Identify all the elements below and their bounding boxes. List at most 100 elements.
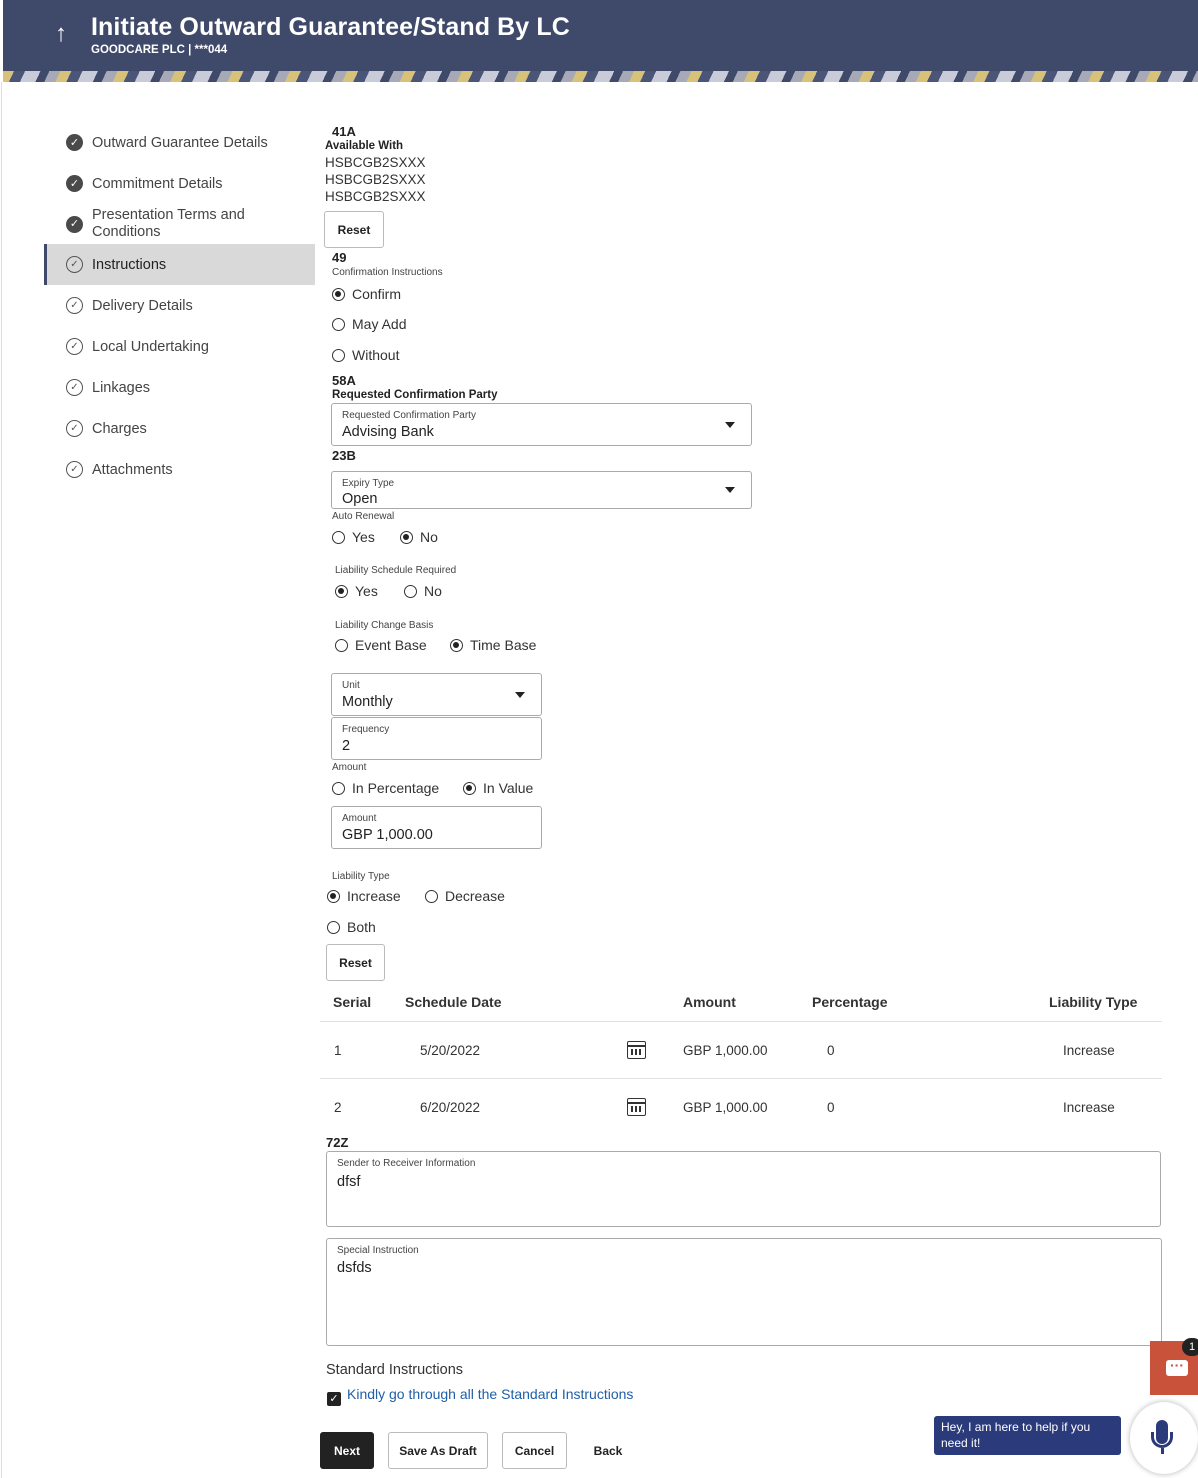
radio-in-percentage[interactable]: In Percentage xyxy=(332,780,439,796)
voice-assistant-button[interactable] xyxy=(1130,1402,1198,1474)
step-local-undertaking[interactable]: ✓ Local Undertaking xyxy=(44,326,315,367)
amount-input[interactable]: Amount GBP 1,000.00 xyxy=(331,806,542,849)
table-cell-serial: 2 xyxy=(334,1100,342,1115)
page-title: Initiate Outward Guarantee/Stand By LC xyxy=(91,13,570,41)
check-circle-outline-icon: ✓ xyxy=(66,256,83,273)
liability-reset-button[interactable]: Reset xyxy=(326,944,385,981)
field-tag-41a: 41A xyxy=(332,124,356,139)
field-label: Amount xyxy=(342,813,377,824)
radio-without[interactable]: Without xyxy=(332,347,399,363)
check-circle-icon: ✓ xyxy=(66,175,83,192)
radio-empty-icon xyxy=(332,781,345,795)
step-presentation-terms[interactable]: ✓ Presentation Terms and Conditions xyxy=(44,204,315,244)
step-attachments[interactable]: ✓ Attachments xyxy=(44,449,315,490)
table-header-liability-type: Liability Type xyxy=(1049,994,1138,1010)
field-label: Sender to Receiver Information xyxy=(337,1158,476,1169)
requested-confirmation-party-select[interactable]: Requested Confirmation Party Advising Ba… xyxy=(331,403,752,446)
step-delivery-details[interactable]: ✓ Delivery Details xyxy=(44,285,315,326)
field-tag-58a: 58A xyxy=(332,373,356,388)
notification-badge: 1 xyxy=(1182,1338,1198,1356)
field-label: Special Instruction xyxy=(337,1245,419,1256)
radio-liability-schedule-no[interactable]: No xyxy=(404,583,442,599)
radio-selected-icon xyxy=(400,530,413,544)
frequency-input[interactable]: Frequency 2 xyxy=(331,717,542,760)
step-linkages[interactable]: ✓ Linkages xyxy=(44,367,315,408)
confirmation-instructions-label: Confirmation Instructions xyxy=(332,267,443,278)
step-commitment-details[interactable]: ✓ Commitment Details xyxy=(44,163,315,204)
next-button[interactable]: Next xyxy=(320,1432,374,1469)
field-value: dsfds xyxy=(337,1260,372,1276)
radio-label: Event Base xyxy=(355,637,427,653)
radio-empty-icon xyxy=(332,317,345,331)
calendar-icon[interactable] xyxy=(627,1041,646,1059)
table-divider xyxy=(320,1021,1162,1022)
table-header-serial: Serial xyxy=(333,994,372,1010)
step-instructions[interactable]: ✓ Instructions xyxy=(44,244,315,285)
liability-schedule-label: Liability Schedule Required xyxy=(335,565,457,576)
table-cell-liability-type: Increase xyxy=(1063,1043,1115,1058)
radio-label: Without xyxy=(352,347,400,363)
radio-decrease[interactable]: Decrease xyxy=(425,888,505,904)
unit-select[interactable]: Unit Monthly xyxy=(331,673,542,716)
radio-label: Yes xyxy=(352,529,375,545)
radio-label: No xyxy=(420,529,438,545)
field-tag-72z: 72Z xyxy=(326,1135,349,1150)
radio-empty-icon xyxy=(425,889,438,903)
radio-increase[interactable]: Increase xyxy=(327,888,401,904)
party-subtitle: GOODCARE PLC | ***044 xyxy=(91,44,228,56)
back-arrow-icon[interactable]: ↑ xyxy=(55,20,67,48)
standard-instructions-checkbox[interactable]: ✓ xyxy=(327,1392,341,1406)
radio-liability-schedule-yes[interactable]: Yes xyxy=(335,583,378,599)
assistant-tooltip: Hey, I am here to help if you need it! xyxy=(934,1416,1121,1455)
special-instruction-textarea[interactable]: Special Instruction dsfds xyxy=(326,1238,1162,1346)
save-as-draft-button[interactable]: Save As Draft xyxy=(388,1432,488,1469)
field-label: Unit xyxy=(342,680,360,691)
header-decorative-band xyxy=(3,71,1198,82)
calendar-icon[interactable] xyxy=(627,1098,646,1116)
radio-label: No xyxy=(424,583,442,599)
radio-empty-icon xyxy=(332,348,345,362)
radio-confirm[interactable]: Confirm xyxy=(332,286,401,302)
radio-label: Yes xyxy=(355,583,378,599)
requested-confirmation-party-heading: Requested Confirmation Party xyxy=(332,389,498,401)
radio-may-add[interactable]: May Add xyxy=(332,316,406,332)
field-value: Open xyxy=(342,491,378,507)
liability-change-basis-label: Liability Change Basis xyxy=(335,620,434,631)
chat-widget-button[interactable]: ··· 1 xyxy=(1150,1338,1198,1395)
radio-selected-icon xyxy=(450,638,463,652)
chevron-down-icon xyxy=(725,487,735,493)
radio-auto-renewal-yes[interactable]: Yes xyxy=(332,529,375,545)
auto-renewal-label: Auto Renewal xyxy=(332,511,395,522)
step-label: Outward Guarantee Details xyxy=(92,134,268,151)
standard-instructions-link[interactable]: Kindly go through all the Standard Instr… xyxy=(347,1386,633,1402)
field-value: dfsf xyxy=(337,1174,361,1190)
expiry-type-select[interactable]: Expiry Type Open xyxy=(331,471,752,509)
back-button[interactable]: Back xyxy=(583,1432,633,1469)
available-with-line: HSBCGB2SXXX xyxy=(325,189,426,204)
radio-label: Time Base xyxy=(470,637,537,653)
field-value: 2 xyxy=(342,738,351,754)
sender-to-receiver-textarea[interactable]: Sender to Receiver Information dfsf xyxy=(326,1151,1161,1227)
field-value: GBP 1,000.00 xyxy=(342,827,433,843)
radio-in-value[interactable]: In Value xyxy=(463,780,533,796)
page-header: ↑ Initiate Outward Guarantee/Stand By LC… xyxy=(3,0,1198,82)
table-cell-liability-type: Increase xyxy=(1063,1100,1115,1115)
cancel-button[interactable]: Cancel xyxy=(502,1432,567,1469)
microphone-base xyxy=(1161,1448,1164,1454)
step-navigation: ✓ Outward Guarantee Details ✓ Commitment D… xyxy=(44,122,315,490)
radio-event-base[interactable]: Event Base xyxy=(335,637,427,653)
step-outward-guarantee-details[interactable]: ✓ Outward Guarantee Details xyxy=(44,122,315,163)
check-circle-outline-icon: ✓ xyxy=(66,297,83,314)
radio-label: Confirm xyxy=(352,286,402,302)
step-charges[interactable]: ✓ Charges xyxy=(44,408,315,449)
radio-selected-icon xyxy=(335,584,348,598)
page-border xyxy=(1,82,2,1478)
available-with-reset-button[interactable]: Reset xyxy=(324,211,384,248)
field-tag-23b: 23B xyxy=(332,448,356,463)
radio-auto-renewal-no[interactable]: No xyxy=(400,529,438,545)
step-label: Linkages xyxy=(92,379,151,396)
radio-label: In Value xyxy=(483,780,534,796)
radio-time-base[interactable]: Time Base xyxy=(450,637,536,653)
radio-both[interactable]: Both xyxy=(327,919,376,935)
step-label: Charges xyxy=(92,420,147,437)
